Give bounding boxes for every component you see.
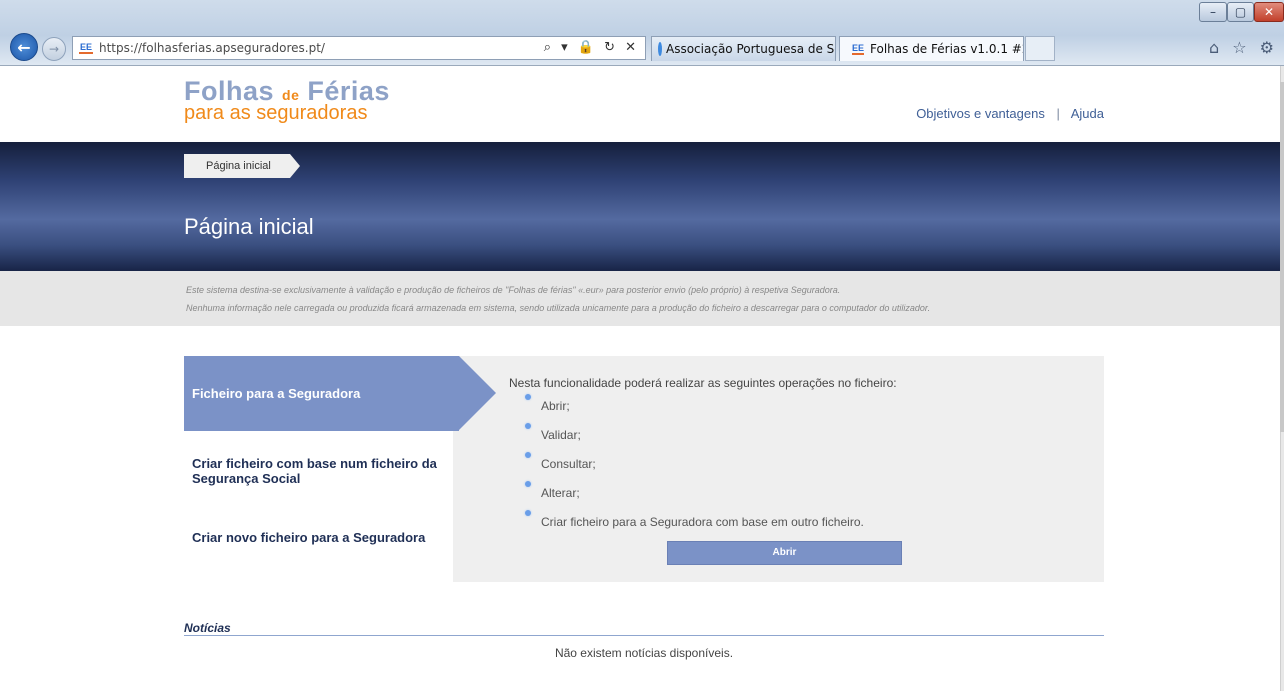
news-empty-message: Não existem notícias disponíveis.: [554, 646, 734, 660]
page-title: Página inicial: [184, 214, 314, 239]
arrow-left-icon: ←: [17, 37, 31, 57]
news-divider: [184, 635, 1104, 636]
browser-toolbar-icons[interactable]: ⌂ ☆ ⚙: [1209, 38, 1278, 57]
browser-chrome: – ▢ ✕ ← → EE https://folhasferias.apsegu…: [0, 0, 1284, 66]
list-item: Validar;: [525, 423, 864, 452]
notice-line-1: Este sistema destina-se exclusivamente à…: [186, 285, 841, 295]
forward-button[interactable]: →: [42, 37, 66, 61]
title-bar: [0, 0, 1284, 34]
address-bar[interactable]: EE https://folhasferias.apseguradores.pt…: [72, 36, 646, 60]
bullet-icon: [525, 481, 531, 487]
new-tab-button[interactable]: [1025, 36, 1055, 61]
page-scrollbar[interactable]: [1280, 66, 1284, 691]
scrollbar-thumb[interactable]: [1280, 82, 1284, 432]
list-item: Abrir;: [525, 394, 864, 423]
bullet-icon: [525, 423, 531, 429]
maximize-button[interactable]: ▢: [1227, 2, 1254, 22]
feature-panel: Nesta funcionalidade poderá realizar as …: [453, 356, 1104, 582]
minimize-button[interactable]: –: [1199, 2, 1227, 22]
tab-associacao[interactable]: Associação Portuguesa de Seg...: [651, 36, 836, 61]
notice-line-2: Nenhuma informação nele carregada ou pro…: [186, 303, 931, 313]
nav-link-ajuda[interactable]: Ajuda: [1071, 106, 1104, 121]
browser-window: – ▢ ✕ ← → EE https://folhasferias.apsegu…: [0, 0, 1284, 691]
operation-label: Alterar;: [541, 486, 580, 500]
site-favicon: EE: [79, 42, 93, 54]
menu-item-criar-novo-ficheiro[interactable]: Criar novo ficheiro para a Seguradora: [184, 530, 453, 545]
menu-item-ficheiro-seguradora[interactable]: Ficheiro para a Seguradora: [184, 356, 496, 431]
close-window-button[interactable]: ✕: [1254, 2, 1284, 22]
news-title: Notícias: [184, 621, 231, 635]
top-nav: Objetivos e vantagens | Ajuda: [916, 106, 1104, 121]
operations-list: Abrir; Validar; Consultar; Alterar; Cria…: [525, 394, 864, 539]
feature-intro: Nesta funcionalidade poderá realizar as …: [509, 376, 897, 390]
open-button[interactable]: Abrir: [667, 541, 902, 565]
operation-label: Validar;: [541, 428, 581, 442]
operation-label: Consultar;: [541, 457, 596, 471]
menu-item-criar-ficheiro-seg-social[interactable]: Criar ficheiro com base num ficheiro da …: [184, 456, 453, 486]
bullet-icon: [525, 510, 531, 516]
site-logo[interactable]: Folhas de Férias para as seguradoras: [184, 76, 390, 125]
notice-panel: Este sistema destina-se exclusivamente à…: [0, 271, 1280, 326]
operation-label: Criar ficheiro para a Seguradora com bas…: [541, 515, 864, 529]
logo-word-de: de: [282, 87, 300, 103]
ie-icon: [658, 42, 662, 56]
nav-link-objetivos[interactable]: Objetivos e vantagens: [916, 106, 1045, 121]
operation-label: Abrir;: [541, 399, 570, 413]
arrow-right-icon: →: [48, 42, 60, 56]
list-item: Consultar;: [525, 452, 864, 481]
back-button[interactable]: ←: [10, 33, 38, 61]
list-item: Criar ficheiro para a Seguradora com bas…: [525, 510, 864, 539]
bullet-icon: [525, 452, 531, 458]
nav-separator: |: [1056, 106, 1060, 121]
address-bar-tools-icons[interactable]: ⌕ ▾ 🔒 ↻ ✕: [544, 40, 639, 55]
page-banner: Página inicial Página inicial: [0, 142, 1280, 271]
address-url[interactable]: https://folhasferias.apseguradores.pt/: [99, 41, 325, 55]
bullet-icon: [525, 394, 531, 400]
ee-favicon-icon: EE: [852, 43, 865, 55]
tab-title: Folhas de Férias v1.0.1 #201...: [870, 42, 1023, 56]
breadcrumb[interactable]: Página inicial: [184, 154, 300, 178]
list-item: Alterar;: [525, 481, 864, 510]
feature-menu: Ficheiro para a Seguradora Criar ficheir…: [184, 356, 496, 582]
tab-folhas-ferias[interactable]: EE Folhas de Férias v1.0.1 #201... ×: [839, 36, 1024, 61]
logo-subtitle: para as seguradoras: [184, 102, 368, 124]
tab-title: Associação Portuguesa de Seg...: [666, 42, 835, 56]
page-content: Folhas de Férias para as seguradoras Obj…: [0, 66, 1284, 691]
